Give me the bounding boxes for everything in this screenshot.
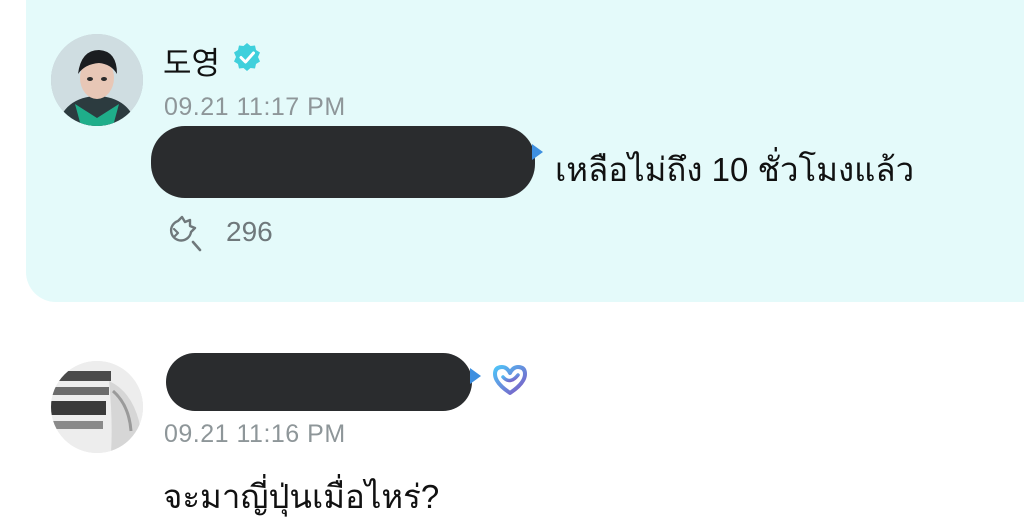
reply-count[interactable]: 296 (226, 216, 273, 248)
reply-bubble-icon[interactable] (164, 215, 204, 253)
artist-avatar-image (51, 34, 143, 126)
mention-arrow-icon (532, 144, 543, 160)
fan-avatar[interactable] (51, 361, 143, 453)
artist-post-timestamp: 09.21 11:17 PM (164, 93, 346, 121)
fan-avatar-image (51, 361, 143, 453)
redacted-author-name (166, 353, 472, 411)
fan-comment-text: จะมาญี่ปุ่นเมื่อไหร่? (163, 478, 440, 515)
artist-avatar[interactable] (51, 34, 143, 126)
membership-heart-icon (493, 365, 527, 395)
artist-post-text: เหลือไม่ถึง 10 ชั่วโมงแล้ว (555, 151, 915, 188)
fan-comment-timestamp: 09.21 11:16 PM (164, 420, 346, 448)
weverse-comment-thread: 도영 09.21 11:17 PM เหลือไม่ถึง 10 ชั่วโมง… (0, 0, 1024, 528)
artist-name[interactable]: 도영 (163, 38, 220, 83)
redacted-mention (151, 126, 535, 198)
mention-arrow-icon (470, 368, 481, 384)
verified-check-icon (234, 43, 260, 71)
